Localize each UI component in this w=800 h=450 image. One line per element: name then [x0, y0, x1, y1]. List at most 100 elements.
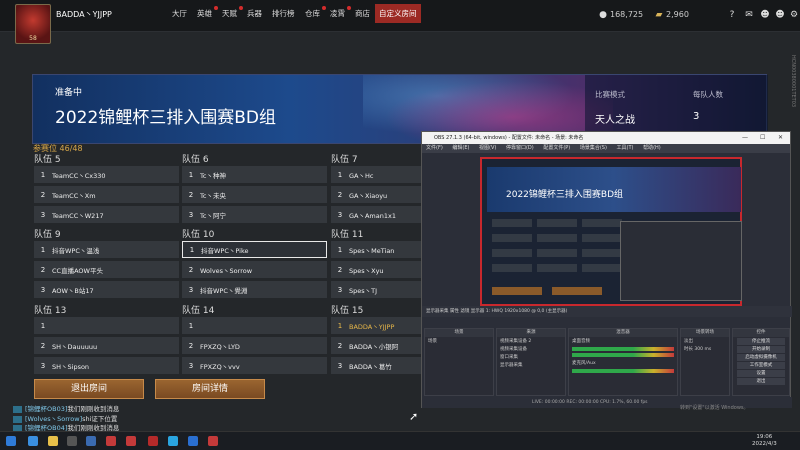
team-icon[interactable]: ☻ [775, 10, 785, 20]
nav-storage[interactable]: 仓库 [305, 8, 320, 19]
player-slot-selected[interactable]: 1 抖音WPC丶Pike [182, 241, 327, 258]
transitions-dock[interactable]: 场景转场 淡出 时长 300 ms [680, 328, 730, 396]
player-slot[interactable]: 3 Tc丶阿宁 [182, 206, 327, 223]
player-slot[interactable]: 2 CC直播AOW平头 [34, 261, 179, 278]
obs-window[interactable]: OBS 27.1.3 (64-bit, windows) - 配置文件: 未命名… [421, 131, 792, 411]
player-slot-self[interactable]: 1 BADDA丶YJJPP [331, 317, 421, 334]
transition-duration[interactable]: 时长 300 ms [681, 345, 729, 353]
notification-dot [322, 6, 326, 10]
player-slot[interactable]: 1 [34, 317, 179, 334]
edge-icon[interactable] [168, 436, 178, 446]
player-slot[interactable]: 1 抖音WPC丶温浅 [34, 241, 179, 258]
source-item[interactable]: 视频采集设备 2 [497, 337, 565, 345]
room-details-button[interactable]: 房间详情 [155, 379, 265, 399]
dock-title: 混音器 [569, 329, 677, 337]
player-slot[interactable]: 2 Tc丶未央 [182, 186, 327, 203]
player-slot[interactable]: 1 TeamCC丶Cx330 [34, 166, 179, 183]
app-icon[interactable] [28, 436, 38, 446]
menu-help[interactable]: 帮助(H) [643, 145, 661, 151]
studio-mode-button[interactable]: 工作室模式 [737, 362, 785, 369]
team-card: 队伍 7 1 GA丶Hc 2 GA丶Xiaoyu 3 GA丶Aman1x1 [331, 152, 421, 226]
start-recording-button[interactable]: 开始录制 [737, 346, 785, 353]
nav-lingxiao[interactable]: 凌霄 [330, 8, 345, 19]
transition-select[interactable]: 淡出 [681, 337, 729, 345]
game-icon[interactable] [148, 436, 158, 446]
mouse-cursor-icon: ➚ [409, 410, 419, 423]
nav-lobby[interactable]: 大厅 [172, 8, 187, 19]
friends-icon[interactable]: ☻ [760, 10, 770, 20]
menu-tools[interactable]: 工具(T) [617, 145, 634, 151]
player-slot[interactable]: 2 SH丶Dauuuuu [34, 337, 179, 354]
sources-dock[interactable]: 来源 视频采集设备 2 视频采集设备 窗口采集 显示器采集 [496, 328, 566, 396]
help-icon[interactable]: ? [727, 10, 737, 20]
preview-slot [492, 249, 532, 257]
maximize-icon[interactable]: ☐ [760, 132, 765, 144]
obs-preview[interactable]: 2022锦鲤杯三排入围赛BD组 [480, 157, 742, 306]
app-icon[interactable] [208, 436, 218, 446]
settings-icon[interactable]: ⚙ [789, 10, 799, 20]
player-slot[interactable]: 3 Spes丶TJ [331, 281, 421, 298]
player-slot[interactable]: 3 AOW丶B站17 [34, 281, 179, 298]
app-icon[interactable] [188, 436, 198, 446]
obs-titlebar[interactable]: OBS 27.1.3 (64-bit, windows) - 配置文件: 未命名… [422, 132, 790, 144]
nav-shop[interactable]: 商店 [355, 8, 370, 19]
team-size-label: 每队人数 [693, 90, 723, 99]
team-card: 队伍 9 1 抖音WPC丶温浅 2 CC直播AOW平头 3 AOW丶B站17 [34, 227, 179, 301]
source-item[interactable]: 窗口采集 [497, 353, 565, 361]
player-slot[interactable]: 2 BADDA丶小银阿 [331, 337, 421, 354]
nav-talents[interactable]: 天赋 [222, 8, 237, 19]
player-slot[interactable]: 2 GA丶Xiaoyu [331, 186, 421, 203]
menu-file[interactable]: 文件(F) [426, 145, 443, 151]
player-slot[interactable]: 1 Spes丶MeTian [331, 241, 421, 258]
player-slot[interactable]: 3 SH丶Sipson [34, 357, 179, 374]
minimize-icon[interactable]: — [742, 132, 748, 144]
nav-custom-room[interactable]: 自定义房间 [375, 4, 421, 23]
mixer-dock[interactable]: 混音器 桌面音频 麦克风/Aux [568, 328, 678, 396]
start-icon[interactable] [6, 436, 16, 446]
source-item[interactable]: 视频采集设备 [497, 345, 565, 353]
obs-source-toolbar[interactable]: 显示器采集 属性 滤镜 显示器 1: HWQ 1920x1080 @ 0,0 (… [422, 306, 792, 317]
app-icon[interactable] [126, 436, 136, 446]
player-slot[interactable]: 2 Spes丶Xyu [331, 261, 421, 278]
obs-icon[interactable] [67, 436, 77, 446]
player-slot[interactable]: 2 Wolves丶Sorrow [182, 261, 327, 278]
menu-scene-collection[interactable]: 场景集合(S) [580, 145, 607, 151]
player-slot[interactable]: 3 抖音WPC丶覺淵 [182, 281, 327, 298]
preview-nested-window [620, 221, 742, 301]
steam-icon[interactable] [86, 436, 96, 446]
mail-icon[interactable]: ✉ [744, 10, 754, 20]
menu-view[interactable]: 视图(V) [479, 145, 496, 151]
app-icon[interactable] [106, 436, 116, 446]
player-slot[interactable]: 2 TeamCC丶Xm [34, 186, 179, 203]
nav-heroes[interactable]: 英雄 [197, 8, 212, 19]
preview-slot [582, 234, 622, 242]
menu-docks[interactable]: 停靠窗口(D) [506, 145, 534, 151]
nav-leaderboard[interactable]: 排行榜 [272, 8, 295, 19]
virtual-camera-button[interactable]: 启动虚拟摄像机 [737, 354, 785, 361]
player-slot[interactable]: 1 [182, 317, 327, 334]
scenes-dock[interactable]: 场景 场景 [424, 328, 494, 396]
player-slot[interactable]: 3 TeamCC丶W217 [34, 206, 179, 223]
player-slot[interactable]: 2 FPXZQ丶LYD [182, 337, 327, 354]
menu-profile[interactable]: 配置文件(P) [543, 145, 570, 151]
controls-dock[interactable]: 控件 停止推流 开始录制 启动虚拟摄像机 工作室模式 设置 退出 [732, 328, 790, 396]
nav-weapons[interactable]: 兵器 [247, 8, 262, 19]
source-item[interactable]: 显示器采集 [497, 361, 565, 369]
player-slot[interactable]: 1 Tc丶种神 [182, 166, 327, 183]
close-icon[interactable]: ✕ [778, 132, 783, 144]
avatar[interactable]: 58 [15, 4, 51, 44]
player-slot[interactable]: 3 BADDA丶葛竹 [331, 357, 421, 374]
exit-button[interactable]: 退出 [737, 378, 785, 385]
leave-room-button[interactable]: 退出房间 [34, 379, 144, 399]
settings-button[interactable]: 设置 [737, 370, 785, 377]
player-slot[interactable]: 3 GA丶Aman1x1 [331, 206, 421, 223]
system-clock[interactable]: 19:06 2022/4/3 [752, 434, 777, 448]
player-slot[interactable]: 1 GA丶Hc [331, 166, 421, 183]
folder-icon[interactable] [48, 436, 58, 446]
menu-edit[interactable]: 编辑(E) [452, 145, 469, 151]
team-name: 队伍 10 [182, 230, 215, 240]
stop-stream-button[interactable]: 停止推流 [737, 338, 785, 345]
scene-item[interactable]: 场景 [425, 337, 493, 345]
player-name: GA丶Aman1x1 [349, 211, 396, 220]
player-slot[interactable]: 3 FPXZQ丶vvv [182, 357, 327, 374]
